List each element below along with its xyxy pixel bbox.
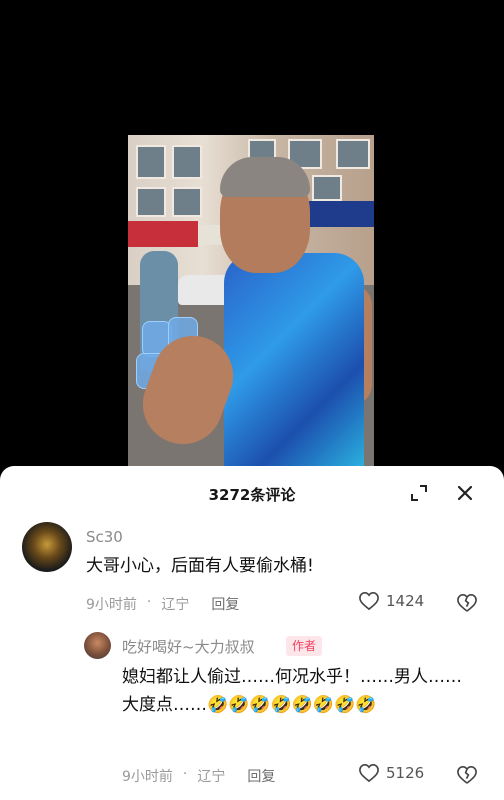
like-count: 5126 xyxy=(386,764,425,782)
avatar[interactable] xyxy=(84,632,111,659)
shop-sign xyxy=(303,201,374,227)
comment-meta: 9小时前 · 辽宁 回复 xyxy=(86,594,239,614)
comments-panel: 3272条评论 Sc30 大哥小心，后面有人要偷水桶! 9小时前 · 辽宁 回复… xyxy=(0,466,504,800)
like-button[interactable]: 1424 xyxy=(358,591,424,611)
comment-dot: · xyxy=(146,594,152,610)
comment-username[interactable]: Sc30 xyxy=(86,528,123,546)
reply-meta: 9小时前 · 辽宁 回复 xyxy=(122,766,275,786)
like-count: 1424 xyxy=(386,592,425,610)
reply-text: 媳妇都让人偷过……何况水乎！……男人……大度点……🤣🤣🤣🤣🤣🤣🤣🤣 xyxy=(122,667,462,715)
reply-time: 9小时前 xyxy=(122,769,173,785)
close-icon[interactable] xyxy=(452,480,478,506)
like-button[interactable]: 5126 xyxy=(358,763,424,783)
man-hair xyxy=(220,157,310,197)
reply-dot: · xyxy=(182,766,188,782)
shop-sign xyxy=(128,221,198,247)
reply-location: 辽宁 xyxy=(197,769,226,785)
broken-heart-icon xyxy=(457,765,477,784)
avatar[interactable] xyxy=(22,522,72,572)
expand-icon[interactable] xyxy=(406,480,432,506)
dislike-button[interactable] xyxy=(456,765,478,789)
broken-heart-icon xyxy=(457,593,477,612)
video-player[interactable] xyxy=(0,0,504,470)
heart-icon xyxy=(359,591,379,611)
video-frame xyxy=(128,135,374,470)
reply-button[interactable]: 回复 xyxy=(247,766,275,786)
dislike-button[interactable] xyxy=(456,593,478,617)
reply-button[interactable]: 回复 xyxy=(211,594,239,614)
reply-username[interactable]: 吃好喝好~大力叔叔 xyxy=(122,636,255,657)
heart-icon xyxy=(359,763,379,783)
author-badge: 作者 xyxy=(286,636,323,656)
comment-text: 大哥小心，后面有人要偷水桶! xyxy=(86,556,314,576)
comment-location: 辽宁 xyxy=(161,597,190,613)
comment-time: 9小时前 xyxy=(86,597,137,613)
man-tank-top xyxy=(224,253,364,470)
